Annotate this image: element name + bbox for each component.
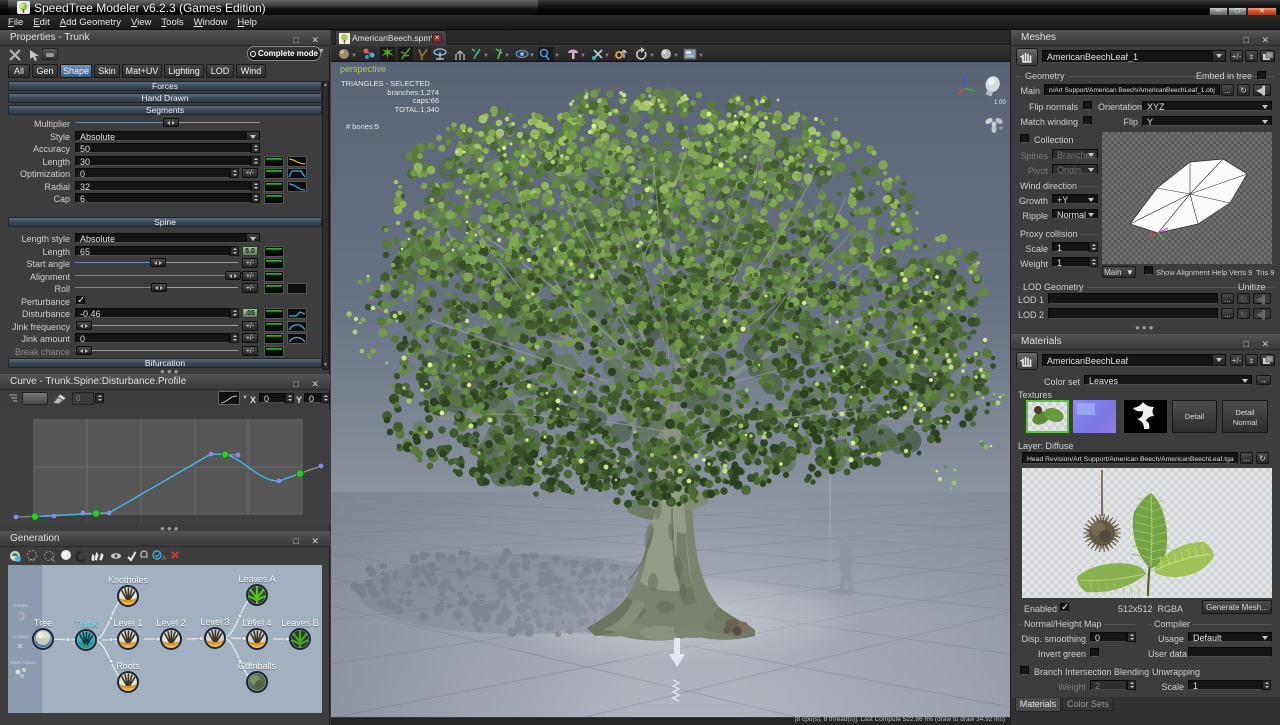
svg-text:▼: ▼ — [673, 53, 679, 59]
svg-text:Gumballs: Gumballs — [238, 661, 277, 671]
svg-text:Trunk: Trunk — [75, 619, 98, 629]
svg-text:Knotholes: Knotholes — [108, 575, 149, 585]
svg-text:▼: ▼ — [580, 53, 586, 59]
svg-text:A: A — [162, 556, 166, 562]
svg-text:Level 1: Level 1 — [113, 618, 142, 628]
svg-text:▼: ▼ — [698, 53, 704, 59]
svg-text:▼: ▼ — [483, 53, 489, 59]
svg-text:Level 2: Level 2 — [156, 618, 185, 628]
svg-text:Level 4: Level 4 — [242, 618, 271, 628]
svg-text:Mesh Forces: Mesh Forces — [10, 660, 37, 665]
svg-text:▼: ▼ — [649, 53, 655, 59]
svg-text:Leaves A: Leaves A — [238, 574, 275, 584]
svg-text:▼: ▼ — [351, 53, 357, 59]
svg-text:Forces: Forces — [14, 603, 29, 608]
svg-text:Level 3: Level 3 — [200, 617, 229, 627]
svg-text:Roots: Roots — [116, 661, 140, 671]
svg-text:▼: ▼ — [604, 53, 610, 59]
svg-text:Collision: Collision — [12, 634, 30, 639]
svg-text:▼: ▼ — [554, 53, 560, 59]
svg-text:▼: ▼ — [529, 53, 535, 59]
svg-text:▼: ▼ — [504, 53, 510, 59]
svg-text:Leaves B: Leaves B — [281, 618, 319, 628]
